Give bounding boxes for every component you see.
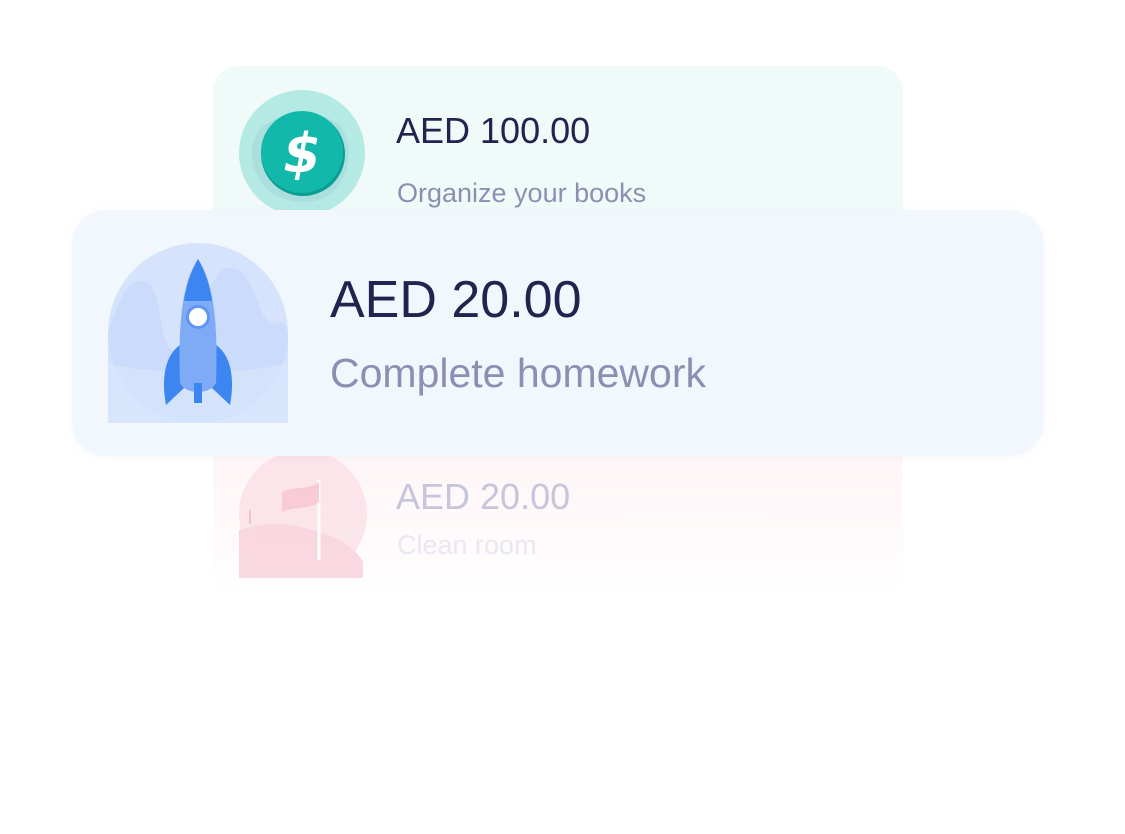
reward-amount: AED 20.00 xyxy=(330,271,582,329)
reward-amount: AED 100.00 xyxy=(396,110,591,151)
reward-cards-stack: $ AED 100.00 Organize your books AED 20.… xyxy=(0,0,1125,834)
rocket-icon xyxy=(108,243,288,423)
task-name: Organize your books xyxy=(397,178,647,208)
reward-amount: AED 20.00 xyxy=(396,476,571,517)
svg-text:$: $ xyxy=(283,122,321,185)
reward-card-homework[interactable]: AED 20.00 Complete homework xyxy=(72,210,1044,456)
task-name: Complete homework xyxy=(330,350,706,396)
dollar-coin-icon: $ xyxy=(239,90,365,216)
task-name: Clean room xyxy=(397,530,537,560)
flag-icon xyxy=(239,450,367,578)
